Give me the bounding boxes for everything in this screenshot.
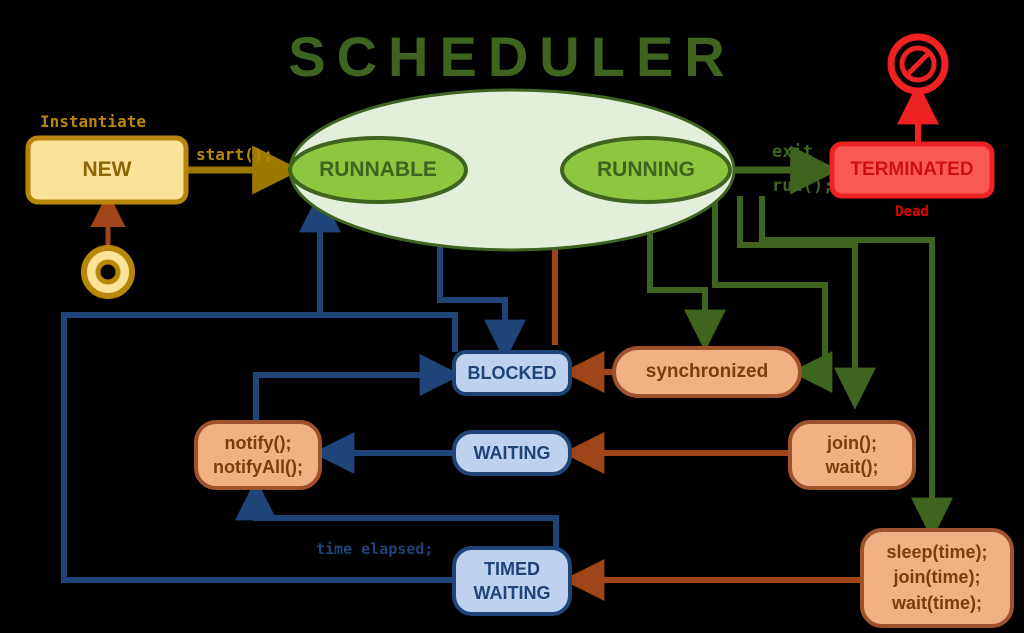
action-join-wait[interactable] (788, 420, 916, 490)
state-blocked[interactable] (452, 350, 572, 396)
state-running[interactable] (560, 136, 732, 204)
page-title: SCHEDULER (288, 25, 736, 88)
action-sleep-time[interactable] (860, 528, 1014, 628)
state-new[interactable] (25, 135, 189, 205)
state-terminated[interactable] (829, 141, 995, 199)
state-waiting[interactable] (452, 430, 572, 476)
state-timed-waiting[interactable] (452, 546, 572, 616)
nodes-layer (25, 33, 1014, 628)
action-synchronized[interactable] (612, 346, 802, 398)
thread-lifecycle-diagram: SCHEDULER Instantiate NEW start(); RUNNA… (0, 0, 1024, 633)
action-notify[interactable] (194, 420, 322, 490)
start-state-marker-hole (95, 259, 121, 285)
state-runnable[interactable] (288, 136, 468, 204)
